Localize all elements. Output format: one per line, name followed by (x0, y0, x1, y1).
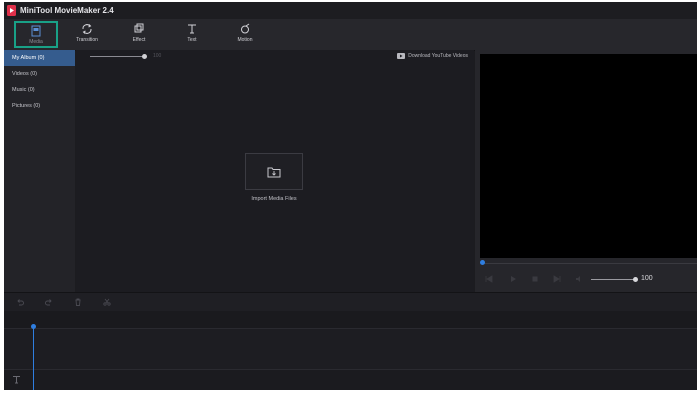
import-folder-icon (267, 167, 281, 177)
media-library-panel: 100 Download YouTube Videos Import Media… (76, 50, 474, 292)
video-track[interactable] (4, 329, 697, 370)
previous-frame-icon[interactable] (485, 275, 493, 283)
timeline-toolbar (4, 292, 697, 311)
sidebar-item-music[interactable]: Music (0) (4, 82, 75, 98)
transition-icon (82, 24, 92, 34)
delete-icon[interactable] (74, 298, 82, 306)
title-bar: MiniTool MovieMaker 2.4 (4, 2, 697, 19)
tab-transition-label: Transition (76, 37, 98, 43)
media-folder-icon (31, 25, 41, 37)
tab-text-label: Text (187, 37, 197, 43)
app-window: MiniTool MovieMaker 2.4 Media Transition (4, 2, 697, 390)
video-preview-screen (480, 54, 697, 258)
volume-value: 100 (641, 275, 653, 282)
sidebar-item-pictures[interactable]: Pictures (0) (4, 98, 75, 114)
redo-icon[interactable] (45, 298, 53, 306)
play-icon[interactable] (509, 275, 517, 283)
playback-progress-bar[interactable] (482, 263, 697, 264)
tab-text[interactable]: Text (170, 21, 214, 47)
preview-panel: 100 (475, 50, 697, 292)
import-media-button[interactable] (245, 153, 303, 190)
stop-icon[interactable] (531, 275, 539, 283)
tab-effect[interactable]: Effect (117, 21, 161, 47)
app-title: MiniTool MovieMaker 2.4 (20, 6, 114, 15)
download-youtube-label: Download YouTube Videos (408, 53, 468, 59)
media-top-bar: 100 Download YouTube Videos (76, 50, 474, 64)
tab-effect-label: Effect (132, 37, 146, 43)
sidebar-item-my-album[interactable]: My Album (0) (4, 50, 75, 66)
undo-icon[interactable] (16, 298, 24, 306)
effect-icon (134, 23, 144, 33)
cut-icon[interactable] (103, 298, 111, 306)
text-track-icon (13, 376, 20, 384)
minitool-logo-icon (7, 5, 16, 16)
download-youtube-button[interactable]: Download YouTube Videos (397, 53, 468, 59)
thumbnail-zoom-value: 100 (153, 53, 162, 59)
thumbnail-zoom-handle[interactable] (142, 54, 147, 59)
media-sidebar: My Album (0) Videos (0) Music (0) Pictur… (4, 50, 75, 292)
next-frame-icon[interactable] (553, 275, 561, 283)
tab-transition[interactable]: Transition (65, 21, 109, 47)
tab-motion[interactable]: Motion (223, 21, 267, 47)
timeline-playhead[interactable] (33, 327, 34, 390)
text-track[interactable] (4, 370, 697, 390)
download-video-icon (397, 53, 406, 59)
playback-progress-handle[interactable] (480, 260, 485, 265)
tab-motion-label: Motion (237, 37, 253, 43)
volume-slider-handle[interactable] (633, 277, 638, 282)
motion-icon (241, 23, 250, 34)
import-media-label: Import Media Files (251, 196, 297, 202)
volume-icon[interactable] (575, 275, 583, 283)
sidebar-item-videos[interactable]: Videos (0) (4, 66, 75, 82)
text-icon (188, 24, 196, 34)
timeline-ruler[interactable] (4, 311, 697, 329)
tab-media[interactable]: Media (14, 21, 58, 48)
thumbnail-zoom-slider[interactable] (90, 56, 144, 57)
volume-slider[interactable] (591, 279, 635, 280)
tab-media-label: Media (29, 39, 43, 45)
timeline-playhead-handle[interactable] (31, 324, 36, 329)
main-toolbar: Media Transition Effect Text Motion (4, 19, 697, 63)
